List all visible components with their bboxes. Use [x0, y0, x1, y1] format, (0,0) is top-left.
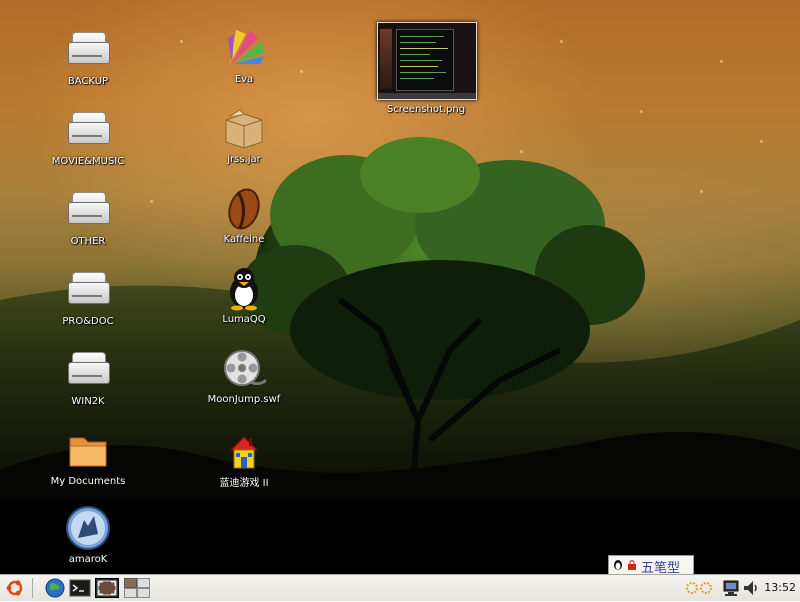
film-reel-icon — [220, 344, 268, 392]
amarok-wolf-icon — [64, 504, 112, 552]
package-box-icon — [220, 104, 268, 152]
desktop-icon-other[interactable]: OTHER — [33, 186, 143, 247]
workspace-switcher-icon[interactable] — [124, 578, 150, 598]
icon-label: jrss.jar — [227, 154, 261, 165]
desktop-icon-jrss-jar[interactable]: jrss.jar — [189, 104, 299, 165]
ime-lock-icon[interactable] — [627, 559, 637, 571]
desktop-icon-landi-game[interactable]: 蓝迪游戏 II — [189, 424, 299, 489]
icon-label: WIN2K — [71, 396, 105, 407]
desktop-icon-kaffeine[interactable]: Kaffeine — [189, 184, 299, 245]
desktop-icon-moonjump-swf[interactable]: MoonJump.swf — [189, 344, 299, 405]
desktop-icon-screenshot-png[interactable]: Screenshot.png — [370, 20, 482, 120]
desktop-icon-win2k[interactable]: WIN2K — [33, 346, 143, 407]
ime-status-bar[interactable]: 五笔型 — [608, 555, 694, 576]
web-browser-globe-icon[interactable] — [44, 578, 66, 598]
desktop-icon-my-documents[interactable]: My Documents — [33, 426, 143, 487]
icon-label: My Documents — [50, 476, 126, 487]
icon-label: BACKUP — [67, 76, 109, 87]
drive-icon — [64, 186, 112, 234]
ime-penguin-icon[interactable] — [612, 558, 624, 571]
screenshot-app-icon[interactable] — [95, 578, 119, 598]
icon-label: OTHER — [70, 236, 106, 247]
clock[interactable]: 13:52 — [764, 581, 796, 594]
house-icon — [220, 424, 268, 472]
ubuntu-logo-icon[interactable] — [4, 578, 26, 598]
terminal-icon[interactable] — [69, 578, 91, 598]
icon-label: Screenshot.png — [386, 104, 466, 115]
desktop-icon-backup[interactable]: BACKUP — [33, 26, 143, 87]
eva-fan-icon — [220, 24, 268, 72]
icon-label: 蓝迪游戏 II — [219, 478, 269, 489]
desktop-icon-lumaqq[interactable]: LumaQQ — [189, 264, 299, 325]
drive-icon — [64, 346, 112, 394]
desktop-icon-pro-doc[interactable]: PRO&DOC — [33, 266, 143, 327]
icon-label: MoonJump.swf — [207, 394, 281, 405]
desktop-icon-amarok[interactable]: amaroK — [33, 504, 143, 565]
taskbar: 13:52 — [0, 574, 800, 601]
icon-label: MOVIE&MUSIC — [51, 156, 125, 167]
volume-icon[interactable] — [742, 578, 760, 598]
drive-icon — [64, 26, 112, 74]
icon-label: amaroK — [68, 554, 108, 565]
icon-label: Kaffeine — [223, 234, 265, 245]
image-thumbnail-icon — [377, 22, 477, 100]
drive-icon — [64, 106, 112, 154]
folder-icon — [64, 426, 112, 474]
coffee-bean-icon — [220, 184, 268, 232]
icon-label: Eva — [234, 74, 254, 85]
drive-icon — [64, 266, 112, 314]
input-method-icon[interactable] — [684, 578, 716, 598]
network-monitor-icon[interactable] — [722, 578, 740, 598]
icon-label: LumaQQ — [222, 314, 266, 325]
desktop-icon-eva[interactable]: Eva — [189, 24, 299, 85]
desktop-background: BACKUP MOVIE&MUSIC OTHER PRO&DOC WIN2K M — [0, 0, 800, 574]
penguin-icon — [220, 264, 268, 312]
icon-label: PRO&DOC — [62, 316, 114, 327]
desktop-icon-movie-music[interactable]: MOVIE&MUSIC — [33, 106, 143, 167]
